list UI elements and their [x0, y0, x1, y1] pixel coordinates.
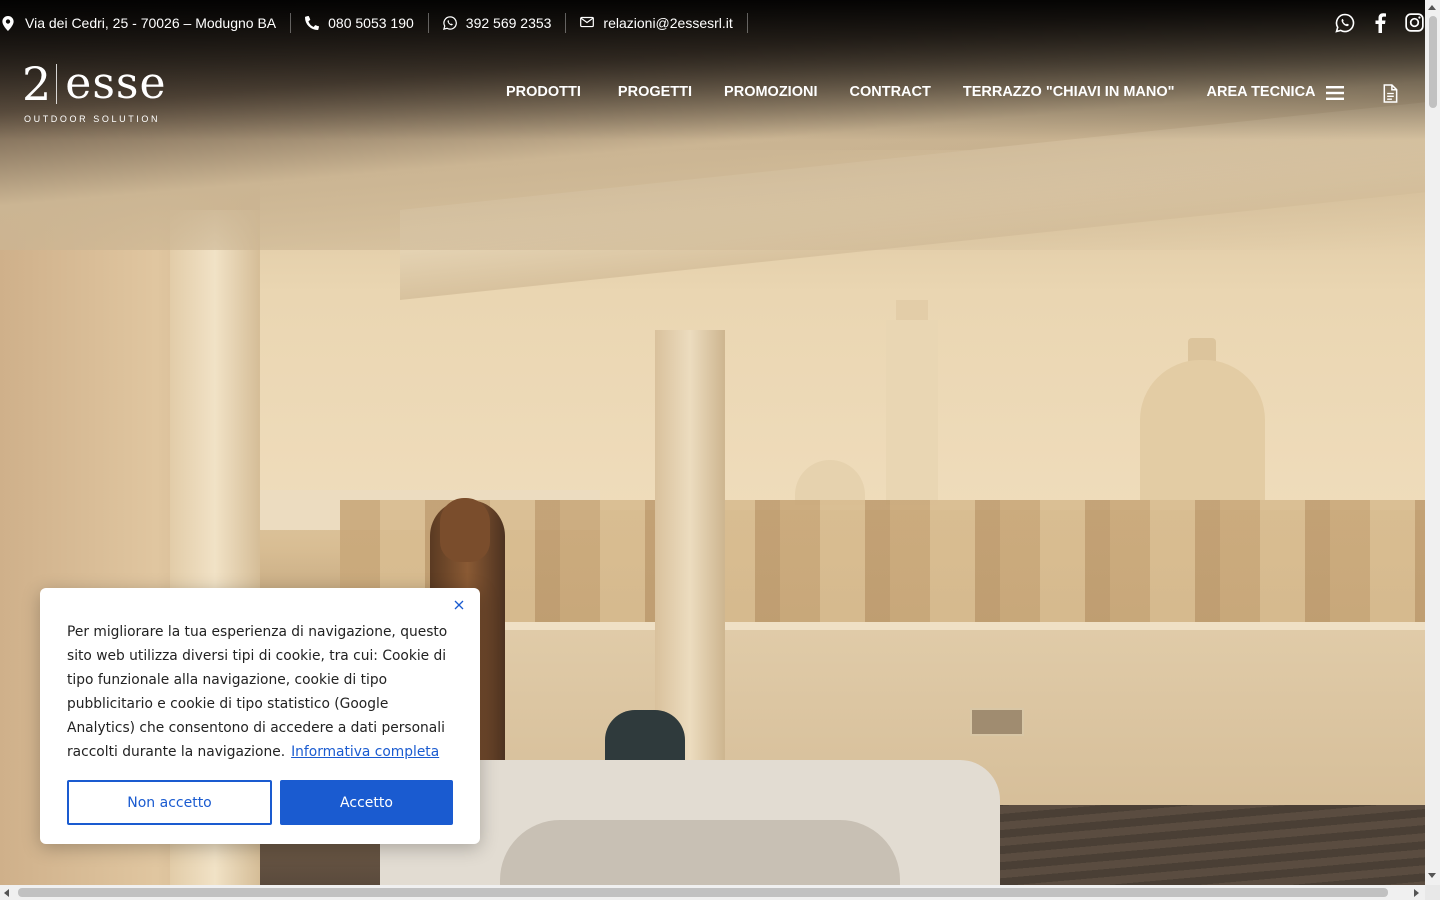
address-item: Via dei Cedri, 25 - 70026 – Modugno BA [0, 13, 292, 33]
accept-cookies-button[interactable]: Accetto [280, 780, 453, 825]
site-logo[interactable]: 2 esse OUTDOOR SOLUTION [22, 57, 167, 126]
hero-buddha-head [440, 498, 490, 562]
whatsapp-text: 392 569 2353 [465, 15, 552, 31]
phone-icon [305, 16, 320, 30]
hero-vent [970, 708, 1024, 736]
instagram-icon[interactable] [1404, 12, 1425, 33]
logo-wordmark: 2 esse [22, 57, 167, 111]
scroll-right-arrow-icon[interactable] [1414, 889, 1419, 897]
nav-area-tecnica[interactable]: AREA TECNICA [1191, 82, 1332, 102]
nav-terrazzo-chiavi-in-mano[interactable]: TERRAZZO "CHIAVI IN MANO" [947, 82, 1191, 102]
nav-contract[interactable]: CONTRACT [834, 82, 947, 102]
nav-promozioni[interactable]: PROMOZIONI [708, 82, 833, 102]
hero-jacuzzi-basin [500, 820, 900, 885]
cookie-message-text: Per migliorare la tua esperienza di navi… [67, 624, 448, 760]
menu-icon[interactable] [1325, 83, 1345, 103]
cookie-banner: Per migliorare la tua esperienza di navi… [40, 588, 480, 844]
address-text: Via dei Cedri, 25 - 70026 – Modugno BA [25, 15, 277, 31]
cookie-message: Per migliorare la tua esperienza di navi… [67, 620, 459, 764]
nav-progetti[interactable]: PROGETTI [602, 82, 708, 102]
logo-number: 2 [22, 57, 53, 111]
horizontal-scroll-thumb[interactable] [18, 888, 1388, 897]
vertical-scrollbar[interactable] [1425, 0, 1440, 885]
vertical-scroll-thumb[interactable] [1429, 16, 1437, 108]
scroll-down-arrow-icon[interactable] [1428, 873, 1436, 878]
email-text: relazioni@2essesrl.it [603, 15, 733, 31]
envelope-icon [580, 16, 595, 30]
main-nav: PRODOTTI PROGETTI PROMOZIONI CONTRACT TE… [490, 82, 1332, 102]
scroll-left-arrow-icon[interactable] [4, 889, 9, 897]
logo-divider [56, 64, 58, 104]
email-item[interactable]: relazioni@2essesrl.it [566, 13, 748, 33]
social-links [1334, 12, 1425, 33]
reject-cookies-button[interactable]: Non accetto [67, 780, 272, 825]
nav-prodotti[interactable]: PRODOTTI [490, 82, 602, 102]
logo-tagline: OUTDOOR SOLUTION [24, 114, 161, 124]
hero-dome [1140, 360, 1265, 500]
map-pin-icon [2, 16, 16, 31]
close-icon[interactable] [452, 598, 466, 612]
scrollbar-corner [1425, 885, 1440, 900]
horizontal-scrollbar[interactable] [0, 885, 1425, 900]
facebook-icon[interactable] [1369, 12, 1390, 33]
phone-item[interactable]: 080 5053 190 [291, 13, 429, 33]
scroll-up-arrow-icon[interactable] [1428, 5, 1436, 10]
logo-name: esse [65, 58, 167, 109]
whatsapp-item[interactable]: 392 569 2353 [429, 13, 567, 33]
hero-bell-tower [886, 320, 938, 505]
cookie-policy-link[interactable]: Informativa completa [291, 744, 439, 760]
whatsapp-icon[interactable] [1334, 12, 1355, 33]
top-info-bar: Via dei Cedri, 25 - 70026 – Modugno BA 0… [0, 0, 1425, 46]
whatsapp-small-icon [442, 16, 457, 30]
document-icon[interactable] [1380, 83, 1400, 103]
phone-text: 080 5053 190 [328, 15, 414, 31]
